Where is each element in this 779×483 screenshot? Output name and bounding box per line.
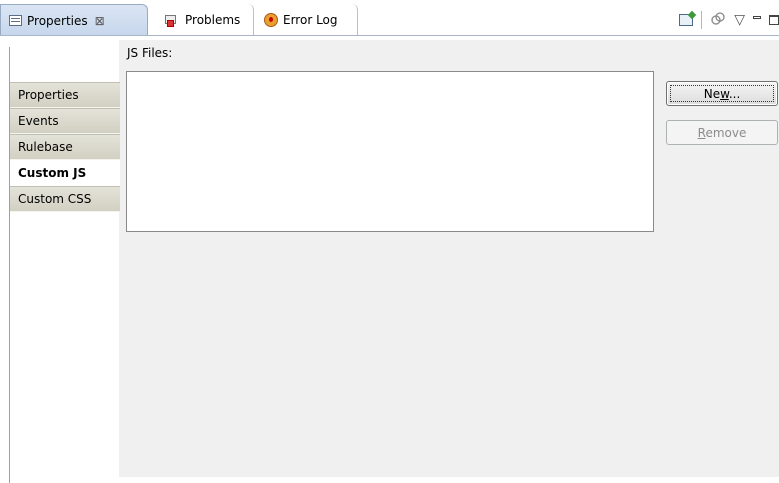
toolbar-separator [701,11,703,29]
side-tab-events[interactable]: Events [10,108,120,134]
minimize-icon[interactable] [753,15,761,19]
tab-error-log-label: Error Log [283,13,338,27]
view-menu-icon[interactable]: ▽ [734,13,745,27]
js-files-list[interactable] [126,71,654,232]
side-tab-label: Properties [18,88,79,102]
side-tab-rulebase[interactable]: Rulebase [10,134,120,160]
js-files-label: JS Files: [127,46,173,60]
tab-properties[interactable]: Properties ⊠ [0,4,148,36]
pin-view-icon[interactable] [679,14,694,26]
close-icon[interactable]: ⊠ [95,14,105,28]
view-toolbar: ▽ [679,10,779,30]
tab-problems[interactable]: Problems [154,4,254,36]
side-tab-label: Events [18,114,59,128]
maximize-icon[interactable] [769,15,779,25]
focus-ring [670,85,774,102]
side-tab-custom-css[interactable]: Custom CSS [10,186,120,212]
problems-view-icon [164,12,180,28]
filter-icon[interactable] [710,11,726,30]
side-tab-list: Properties Events Rulebase Custom JS Cus… [9,47,120,483]
side-tab-properties[interactable]: Properties [10,82,120,108]
tab-properties-label: Properties [27,13,88,28]
side-tab-custom-js[interactable]: Custom JS [10,160,120,186]
tab-strip-divider [0,35,779,36]
new-button[interactable]: New... [666,81,778,106]
remove-button-label: Remove [697,125,747,140]
view-tab-strip: Properties ⊠ Problems Error Log ▽ [0,0,779,36]
tab-problems-label: Problems [185,13,241,27]
properties-view-icon [9,15,22,26]
side-tab-label: Rulebase [18,140,73,154]
error-log-icon [264,13,278,27]
tab-error-log[interactable]: Error Log [256,4,358,36]
remove-button[interactable]: Remove [666,120,778,145]
side-tab-label: Custom JS [18,166,87,180]
side-tab-label: Custom CSS [18,192,92,206]
